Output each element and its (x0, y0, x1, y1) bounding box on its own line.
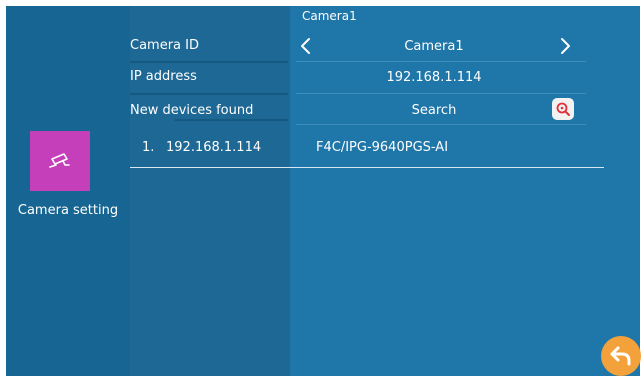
camera-title: Camera1 (302, 9, 357, 23)
chevron-left-icon (301, 38, 310, 54)
divider (296, 61, 586, 62)
divider (130, 167, 604, 168)
device-index: 1. (142, 140, 155, 155)
chevron-right-icon (561, 38, 570, 54)
back-arrow-icon (610, 346, 631, 366)
camera-setting-label: Camera setting (17, 203, 119, 218)
camera-id-label: Camera ID (130, 38, 199, 53)
search-devices-button[interactable] (552, 98, 574, 120)
divider (130, 61, 288, 63)
ip-address-value: 192.168.1.114 (386, 70, 482, 85)
device-ip: 192.168.1.114 (166, 140, 262, 155)
previous-camera-button[interactable] (297, 36, 315, 56)
cctv-camera-icon (49, 153, 70, 168)
camera-setting-screen: Camera setting Camera1 Camera ID IP addr… (6, 6, 640, 376)
divider (130, 93, 288, 95)
divider (296, 93, 586, 94)
ip-address-label: IP address (130, 69, 197, 84)
search-icon (556, 102, 570, 116)
search-button[interactable]: Search (374, 103, 494, 118)
next-camera-button[interactable] (556, 36, 574, 56)
device-list-item[interactable]: 1. 192.168.1.114 F4C/IPG-9640PGS-AI (130, 136, 604, 170)
divider (174, 119, 288, 121)
divider (296, 124, 586, 125)
new-devices-label: New devices found (130, 103, 254, 118)
camera-setting-tile[interactable] (30, 131, 90, 191)
back-button[interactable] (601, 336, 641, 376)
left-column (6, 6, 130, 376)
camera-id-value: Camera1 (404, 39, 464, 54)
device-model: F4C/IPG-9640PGS-AI (316, 140, 449, 155)
